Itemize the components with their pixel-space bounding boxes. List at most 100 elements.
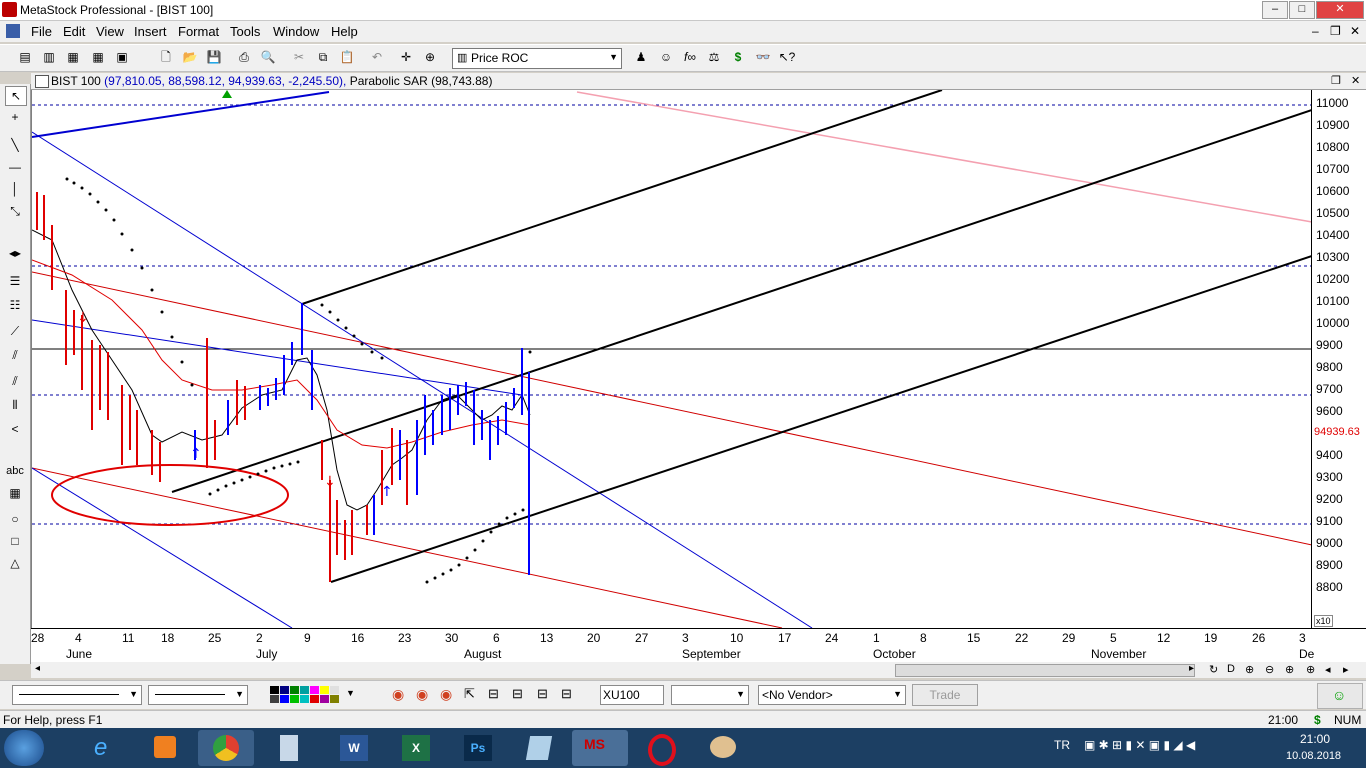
tray-icons[interactable]: ▣ ✱ ⊞ ▮ ✕ ▣ ▮ ◢ ◀ — [1084, 738, 1195, 752]
crosshair-icon[interactable]: ✛ — [397, 48, 415, 66]
channel-icon[interactable]: ⫽ — [5, 372, 25, 390]
pattern-tool-icon[interactable]: ⤡ — [5, 202, 25, 220]
settings-grid-icon[interactable]: ▣ — [113, 48, 131, 66]
window-icon[interactable]: ⊟ — [561, 686, 572, 702]
print-preview-icon[interactable]: 🔍 — [259, 48, 277, 66]
refresh-icon[interactable]: ↻ — [1209, 663, 1218, 676]
ie-taskbar-icon[interactable]: e — [78, 730, 134, 766]
price-chart[interactable]: ↓ ↑ ↓ ↑ — [31, 90, 1312, 628]
expert-icon[interactable]: ♟ — [632, 48, 650, 66]
layout-icon[interactable]: ▤ — [16, 48, 34, 66]
ellipse-tool-icon[interactable]: ○ — [5, 510, 25, 528]
triangle-tool-icon[interactable]: △ — [5, 554, 25, 572]
fan-lines-icon[interactable]: ⟋ — [5, 322, 25, 340]
horizontal-line-icon[interactable]: — — [5, 158, 25, 176]
menu-tools[interactable]: Tools — [230, 24, 260, 39]
tile-horizontal-icon[interactable]: ▦ — [64, 48, 82, 66]
undo-icon[interactable]: ↶ — [368, 48, 386, 66]
table-tool-icon[interactable]: ▦ — [5, 484, 25, 502]
copy-icon[interactable]: ⧉ — [314, 48, 332, 66]
word-taskbar-icon[interactable]: W — [326, 730, 382, 766]
menu-window[interactable]: Window — [273, 24, 319, 39]
scroll-arrows-icon[interactable]: ◂▸ — [5, 244, 25, 262]
notes-taskbar-icon[interactable] — [512, 730, 568, 766]
opera-taskbar-icon[interactable] — [634, 730, 690, 766]
chrome-shortcut-icon[interactable]: ◉ — [392, 686, 404, 703]
mdi-restore-icon[interactable]: ❐ — [1330, 24, 1341, 38]
zoom-icon[interactable]: ⊕ — [1285, 663, 1294, 676]
dollar-icon[interactable]: $ — [729, 48, 747, 66]
clock-date[interactable]: 10.08.2018 — [1286, 750, 1341, 762]
cycle-lines-icon[interactable]: ⦀ — [5, 396, 25, 414]
zoom-out-icon[interactable]: ⊖ — [1265, 663, 1274, 676]
fibonacci-icon[interactable]: ☰ — [5, 272, 25, 290]
chart-scrollbar[interactable]: ◂ ▸ ↻ D ⊕ ⊖ ⊕ ⊕ ◂ ▸ — [31, 662, 1366, 678]
print-icon[interactable]: ⎙ — [235, 48, 253, 66]
crosshair-tool-icon[interactable]: + — [5, 108, 25, 126]
vertical-line-icon[interactable]: │ — [5, 180, 25, 198]
arcs-icon[interactable]: ⫽ — [5, 346, 25, 364]
new-icon[interactable]: 🗋 — [157, 48, 175, 66]
template-icon[interactable]: ⊟ — [488, 686, 499, 702]
document-icon[interactable] — [6, 24, 20, 38]
price-axis[interactable]: 11000 10900 10800 10700 10600 10500 1040… — [1311, 90, 1366, 628]
zoom-reset-icon[interactable]: ⊕ — [1306, 663, 1315, 676]
menu-view[interactable]: View — [96, 24, 124, 39]
menu-help[interactable]: Help — [331, 24, 358, 39]
text-tool-icon[interactable]: abc — [5, 462, 25, 480]
insert-icon[interactable]: ⇱ — [464, 686, 475, 702]
window-icon[interactable]: ⊟ — [537, 686, 548, 702]
chrome-shortcut-icon[interactable]: ◉ — [416, 686, 428, 703]
menu-insert[interactable]: Insert — [134, 24, 167, 39]
paste-icon[interactable]: 📋 — [338, 48, 356, 66]
chrome-shortcut-icon[interactable]: ◉ — [440, 686, 452, 703]
color-palette[interactable]: ▼ — [270, 686, 356, 704]
save-icon[interactable]: 💾 — [205, 48, 223, 66]
line-weight-dropdown[interactable]: ▼ — [148, 685, 248, 705]
retracement-icon[interactable]: ☷ — [5, 296, 25, 314]
maximize-button[interactable]: □ — [1289, 1, 1315, 19]
tile-vertical-icon[interactable]: ▥ — [40, 48, 58, 66]
explorer-icon[interactable]: 👓 — [754, 48, 772, 66]
system-tester-icon[interactable]: ⚖ — [705, 48, 723, 66]
clock-time[interactable]: 21:00 — [1300, 732, 1330, 746]
trade-button[interactable]: Trade — [912, 684, 978, 706]
calculator-taskbar-icon[interactable] — [262, 730, 318, 766]
select-arrow-icon[interactable]: ↖ — [5, 86, 27, 106]
excel-taskbar-icon[interactable]: X — [388, 730, 444, 766]
mdi-minimize-icon[interactable]: – — [1312, 24, 1319, 38]
symbol-input[interactable]: XU100 — [600, 685, 664, 705]
help-pointer-icon[interactable]: ↖? — [778, 48, 796, 66]
metastock-taskbar-icon[interactable]: MS — [572, 730, 628, 766]
minimize-button[interactable]: – — [1262, 1, 1288, 19]
mdi-close-icon[interactable]: ✕ — [1350, 24, 1360, 38]
paint-taskbar-icon[interactable] — [696, 730, 752, 766]
indicator-dropdown[interactable]: ▥ Price ROC ▼ — [452, 48, 622, 69]
gann-icon[interactable]: < — [5, 420, 25, 438]
daily-period-icon[interactable]: D — [1227, 663, 1235, 675]
advisor-icon[interactable]: ☺ — [657, 48, 675, 66]
chart-close-icon[interactable]: ✕ — [1351, 74, 1360, 87]
line-style-dropdown[interactable]: ▼ — [12, 685, 142, 705]
cut-icon[interactable]: ✂ — [290, 48, 308, 66]
media-player-taskbar-icon[interactable] — [138, 730, 194, 766]
zoom-icon[interactable]: ⊕ — [421, 48, 439, 66]
date-axis[interactable]: 28 4 11 18 25 2 9 16 23 30 6 13 20 27 3 … — [31, 628, 1366, 663]
close-button[interactable]: ✕ — [1316, 1, 1364, 19]
step-forward-icon[interactable]: ▸ — [1343, 663, 1349, 676]
menu-file[interactable]: File — [31, 24, 52, 39]
period-dropdown[interactable]: ▼ — [671, 685, 749, 705]
formula-icon[interactable]: f∞ — [681, 48, 699, 66]
menu-edit[interactable]: Edit — [63, 24, 85, 39]
scroll-thumb[interactable] — [895, 664, 1195, 677]
open-icon[interactable]: 📂 — [181, 48, 199, 66]
step-back-icon[interactable]: ◂ — [1325, 663, 1331, 676]
language-indicator[interactable]: TR — [1054, 738, 1070, 752]
chart-restore-icon[interactable]: ❐ — [1331, 74, 1341, 87]
rectangle-tool-icon[interactable]: □ — [5, 532, 25, 550]
vendor-dropdown[interactable]: <No Vendor> ▼ — [758, 685, 906, 705]
chrome-taskbar-icon[interactable] — [198, 730, 254, 766]
grid-icon[interactable]: ▦ — [89, 48, 107, 66]
window-icon[interactable]: ⊟ — [512, 686, 523, 702]
menu-format[interactable]: Format — [178, 24, 219, 39]
